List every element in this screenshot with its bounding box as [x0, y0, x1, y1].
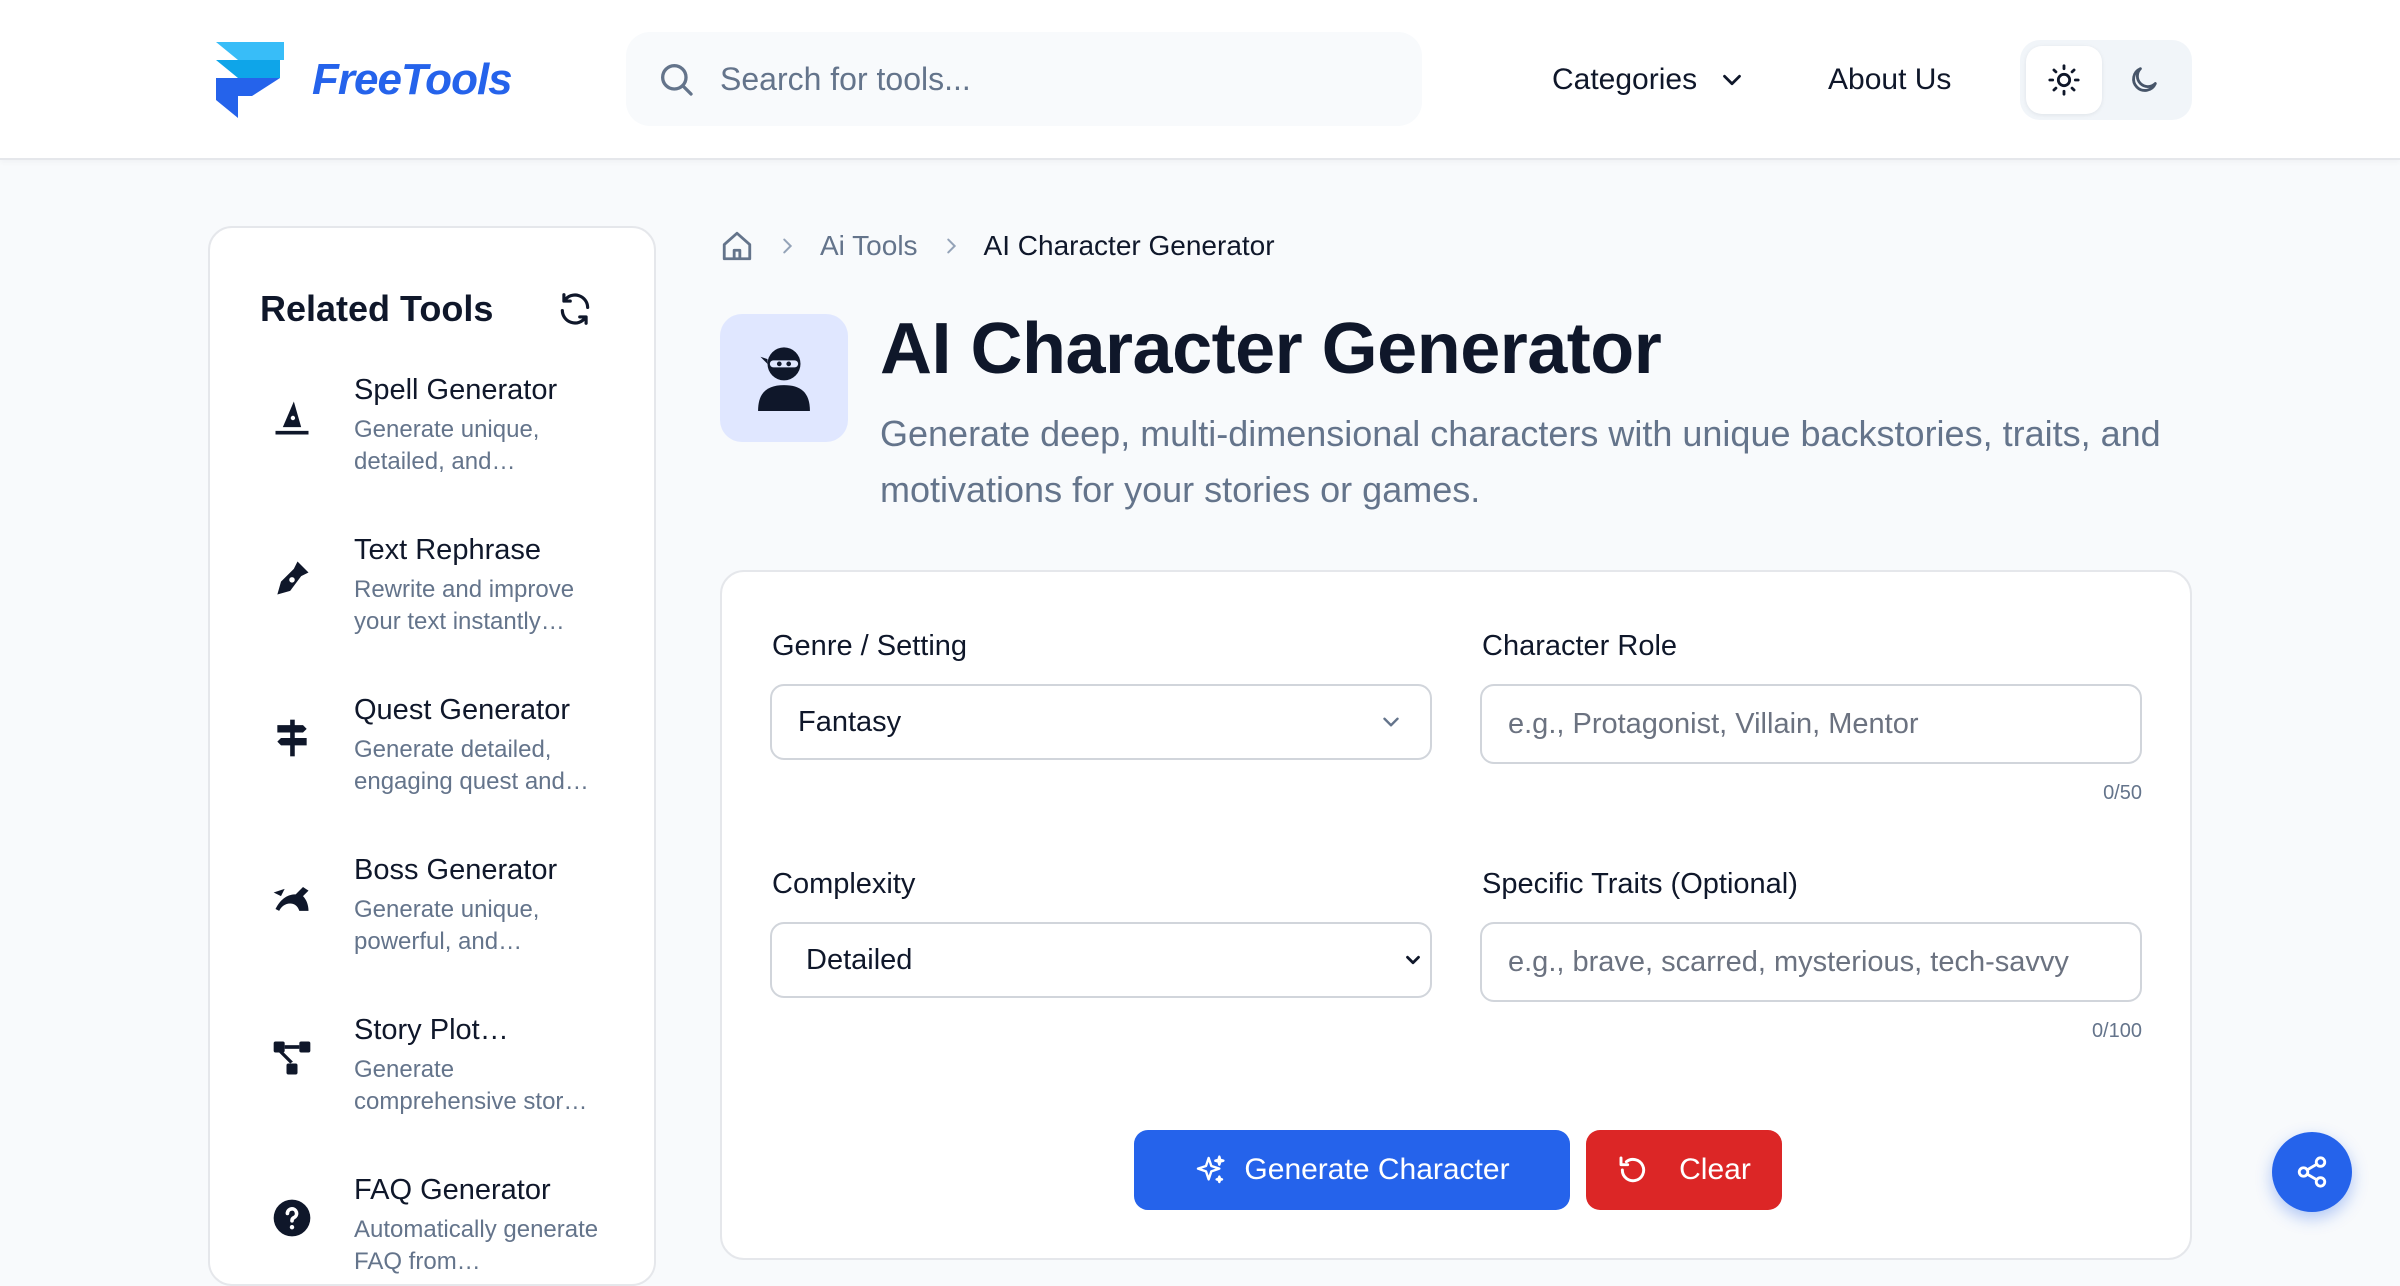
signpost-icon	[277, 719, 307, 757]
chevron-right-icon	[783, 238, 793, 254]
dark-theme-button[interactable]	[2106, 46, 2182, 114]
hero-icon-tile	[720, 314, 848, 442]
nav-categories[interactable]: Categories	[1552, 56, 1747, 104]
moon-icon	[2132, 67, 2157, 92]
complexity-label: Complexity	[772, 868, 916, 900]
wizard-hat-icon	[275, 401, 309, 435]
tool-name: Spell Generator	[354, 374, 558, 406]
diagram-icon	[273, 1041, 311, 1075]
chevron-right-icon	[946, 238, 956, 254]
chevron-down-icon	[1723, 74, 1741, 86]
character-role-counter: 0/50	[2103, 782, 2142, 804]
complexity-select[interactable]: Detailed	[770, 922, 1432, 998]
sidebar-item-spell-generator[interactable]: Spell Generator Generate unique, detaile…	[270, 374, 630, 484]
related-tools-sidebar: Related Tools Spell Generator Generate u…	[208, 226, 656, 1286]
clear-button[interactable]: Clear	[1586, 1130, 1782, 1210]
page-subtitle: Generate deep, multi-dimensional charact…	[880, 413, 2161, 510]
specific-traits-label: Specific Traits (Optional)	[1482, 868, 1798, 900]
tool-description: Generate detailed, engaging quest and…	[354, 736, 589, 795]
logo-text: FreeTools	[312, 55, 513, 104]
ninja-user-icon	[758, 347, 810, 411]
sun-icon	[2048, 64, 2080, 96]
top-header: FreeTools Categories About Us	[0, 0, 2400, 160]
sparkle-icon	[1197, 1155, 1225, 1184]
light-theme-button[interactable]	[2026, 46, 2102, 114]
tool-name: Story Plot…	[354, 1014, 509, 1046]
tool-description: Automatically generate FAQ from…	[354, 1216, 599, 1275]
sidebar-item-story-plot[interactable]: Story Plot… Generate comprehensive stor…	[270, 1014, 630, 1124]
reset-icon	[1619, 1156, 1646, 1183]
share-icon	[2297, 1156, 2327, 1188]
search-input[interactable]	[720, 60, 1360, 98]
sidebar-item-text-rephrase[interactable]: Text Rephrase Rewrite and improve your t…	[270, 534, 630, 644]
refresh-icon[interactable]	[556, 290, 594, 328]
complexity-select-value: Detailed	[806, 943, 913, 976]
genre-select-value: Fantasy	[798, 705, 902, 738]
page-title: AI Character Generator	[880, 309, 1662, 389]
tool-name: Quest Generator	[354, 694, 570, 726]
character-role-input[interactable]	[1480, 684, 2142, 764]
sidebar-item-boss-generator[interactable]: Boss Generator Generate unique, powerful…	[270, 854, 630, 964]
genre-label: Genre / Setting	[772, 630, 968, 662]
genre-select[interactable]: Fantasy	[770, 684, 1432, 760]
tool-name: FAQ Generator	[354, 1174, 551, 1206]
breadcrumb-current: AI Character Generator	[983, 230, 1275, 261]
home-icon[interactable]	[720, 229, 754, 263]
generate-character-button[interactable]: Generate Character	[1134, 1130, 1570, 1210]
sidebar-item-quest-generator[interactable]: Quest Generator Generate detailed, engag…	[270, 694, 630, 804]
generate-button-label: Generate Character	[1244, 1153, 1510, 1186]
theme-toggle	[2020, 40, 2192, 120]
sidebar-title: Related Tools	[260, 288, 494, 329]
clear-button-label: Clear	[1679, 1153, 1751, 1186]
tool-description: Generate unique, detailed, and…	[354, 416, 540, 475]
tool-description: Generate unique, powerful, and…	[354, 896, 540, 955]
nav-about-us[interactable]: About Us	[1828, 56, 1951, 104]
tool-description: Generate comprehensive stor…	[354, 1056, 588, 1115]
specific-traits-counter: 0/100	[2091, 1020, 2142, 1042]
chevron-down-icon	[1406, 955, 1420, 965]
character-role-label: Character Role	[1482, 630, 1678, 662]
question-circle-icon	[273, 1199, 311, 1237]
sidebar-item-faq-generator[interactable]: FAQ Generator Automatically generate FAQ…	[270, 1174, 630, 1284]
generator-form-card: Genre / Setting Fantasy Character Role 0…	[720, 570, 2192, 1260]
search-icon	[661, 64, 693, 96]
nav-categories-label: Categories	[1552, 63, 1698, 96]
nav-about-label: About Us	[1828, 63, 1952, 96]
tool-name: Boss Generator	[354, 854, 558, 886]
share-button[interactable]	[2272, 1132, 2352, 1212]
logo-mark-icon	[216, 42, 284, 118]
logo[interactable]: FreeTools	[216, 42, 513, 118]
chevron-down-icon	[1383, 717, 1399, 727]
pen-nib-icon	[277, 561, 309, 595]
specific-traits-input[interactable]	[1480, 922, 2142, 1002]
breadcrumb-link-ai-tools[interactable]: Ai Tools	[820, 230, 918, 262]
search-bar[interactable]	[626, 32, 1422, 126]
dragon-icon	[273, 887, 309, 911]
breadcrumb: Ai Tools AI Character Generator	[720, 226, 1275, 266]
tool-description: Rewrite and improve your text instantly…	[354, 576, 575, 635]
tool-name: Text Rephrase	[354, 534, 541, 566]
